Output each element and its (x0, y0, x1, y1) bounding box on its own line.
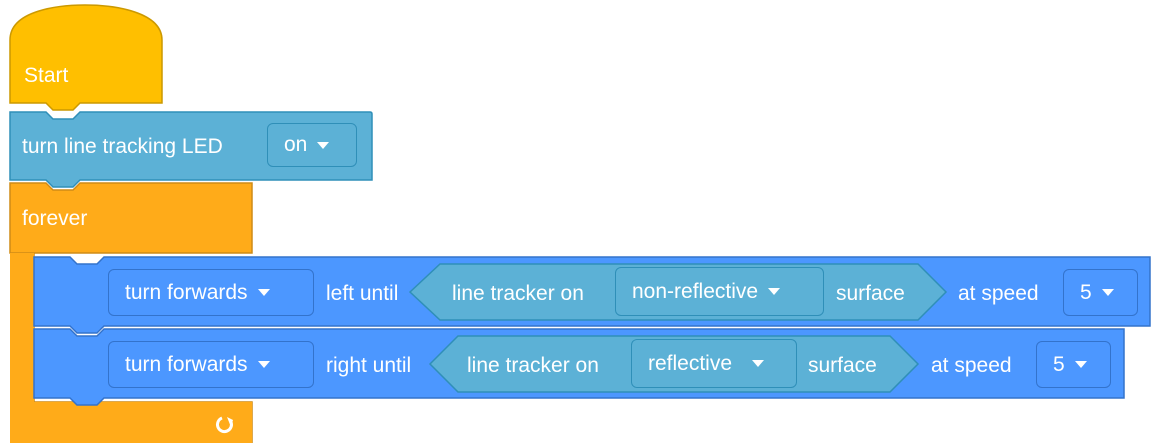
speed-dropdown-1[interactable]: 5 (1063, 269, 1138, 316)
code-canvas: Start turn line tracking LED on forever … (0, 0, 1160, 443)
speed-value-2: 5 (1053, 352, 1065, 376)
start-label: Start (24, 64, 69, 87)
side-label-2: right until (326, 354, 412, 377)
turn-direction-dropdown-2[interactable]: turn forwards (108, 341, 314, 388)
chevron-down-icon (257, 289, 270, 296)
surface-value-1: non-reflective (632, 279, 759, 303)
surface-dropdown-2[interactable]: reflective (631, 339, 797, 388)
chevron-down-icon (257, 361, 270, 368)
chevron-down-icon (317, 141, 330, 149)
side-label-1: left until (326, 282, 399, 305)
speed-label-1: at speed (958, 282, 1039, 305)
condition-prefix-1: line tracker on (452, 282, 584, 305)
condition-prefix-2: line tracker on (467, 354, 599, 377)
speed-dropdown-2[interactable]: 5 (1036, 341, 1111, 388)
speed-label-2: at speed (931, 354, 1012, 377)
condition-suffix-1: surface (836, 282, 905, 305)
turn-direction-value-2: turn forwards (125, 352, 248, 376)
led-dropdown[interactable]: on (267, 123, 357, 167)
chevron-down-icon (1074, 361, 1087, 368)
forever-label: forever (22, 207, 88, 230)
start-block[interactable] (9, 4, 163, 111)
led-label: turn line tracking LED (22, 135, 223, 158)
turn-direction-value-1: turn forwards (125, 280, 248, 304)
condition-suffix-2: surface (808, 354, 877, 377)
chevron-down-icon (768, 288, 781, 295)
surface-dropdown-1[interactable]: non-reflective (615, 267, 824, 316)
chevron-down-icon (1101, 289, 1114, 296)
speed-value-1: 5 (1080, 280, 1092, 304)
chevron-down-icon (752, 360, 765, 367)
led-dropdown-value: on (284, 133, 308, 156)
turn-direction-dropdown-1[interactable]: turn forwards (108, 269, 314, 316)
surface-value-2: reflective (648, 351, 733, 375)
